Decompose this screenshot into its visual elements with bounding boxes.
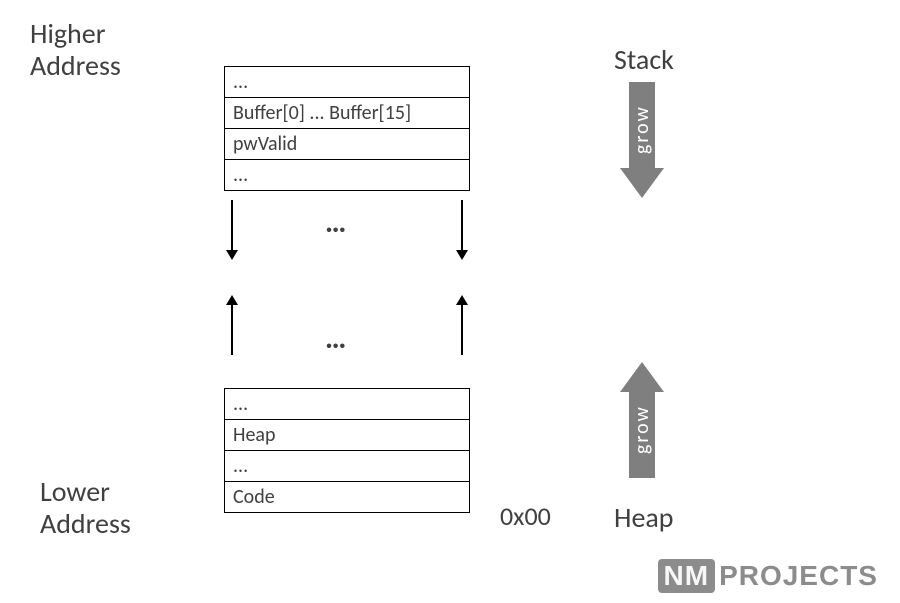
dots-lower: …: [325, 320, 350, 357]
stack-row: ...: [225, 67, 470, 98]
stack-right-arrow-down-icon: [456, 200, 468, 260]
logo: NM PROJECTS: [658, 559, 878, 593]
label-addr-0: 0x00: [500, 500, 551, 532]
label-higher-address: Higher Address: [30, 18, 121, 82]
heap-row: ...: [225, 389, 470, 420]
stack-grow-arrow-icon: grow: [620, 82, 664, 202]
logo-rest: PROJECTS: [719, 560, 878, 592]
stack-row: Buffer[0] ... Buffer[15]: [225, 98, 470, 129]
label-lower-address: Lower Address: [40, 476, 131, 540]
heap-row: Heap: [225, 420, 470, 451]
heap-grow-label: grow: [620, 394, 664, 466]
stack-grow-label: grow: [620, 94, 664, 166]
label-stack: Stack: [614, 42, 674, 77]
label-heap: Heap: [614, 500, 674, 535]
heap-table: ... Heap ... Code: [224, 388, 470, 513]
heap-left-arrow-up-icon: [226, 295, 238, 355]
stack-row: ...: [225, 160, 470, 191]
stack-row: pwValid: [225, 129, 470, 160]
dots-upper: …: [325, 204, 350, 241]
heap-row: ...: [225, 451, 470, 482]
stack-left-arrow-down-icon: [226, 200, 238, 260]
heap-row: Code: [225, 482, 470, 513]
heap-grow-arrow-icon: grow: [620, 358, 664, 478]
heap-right-arrow-up-icon: [456, 295, 468, 355]
stack-table: ... Buffer[0] ... Buffer[15] pwValid ...: [224, 66, 470, 191]
logo-nm: NM: [658, 559, 716, 593]
